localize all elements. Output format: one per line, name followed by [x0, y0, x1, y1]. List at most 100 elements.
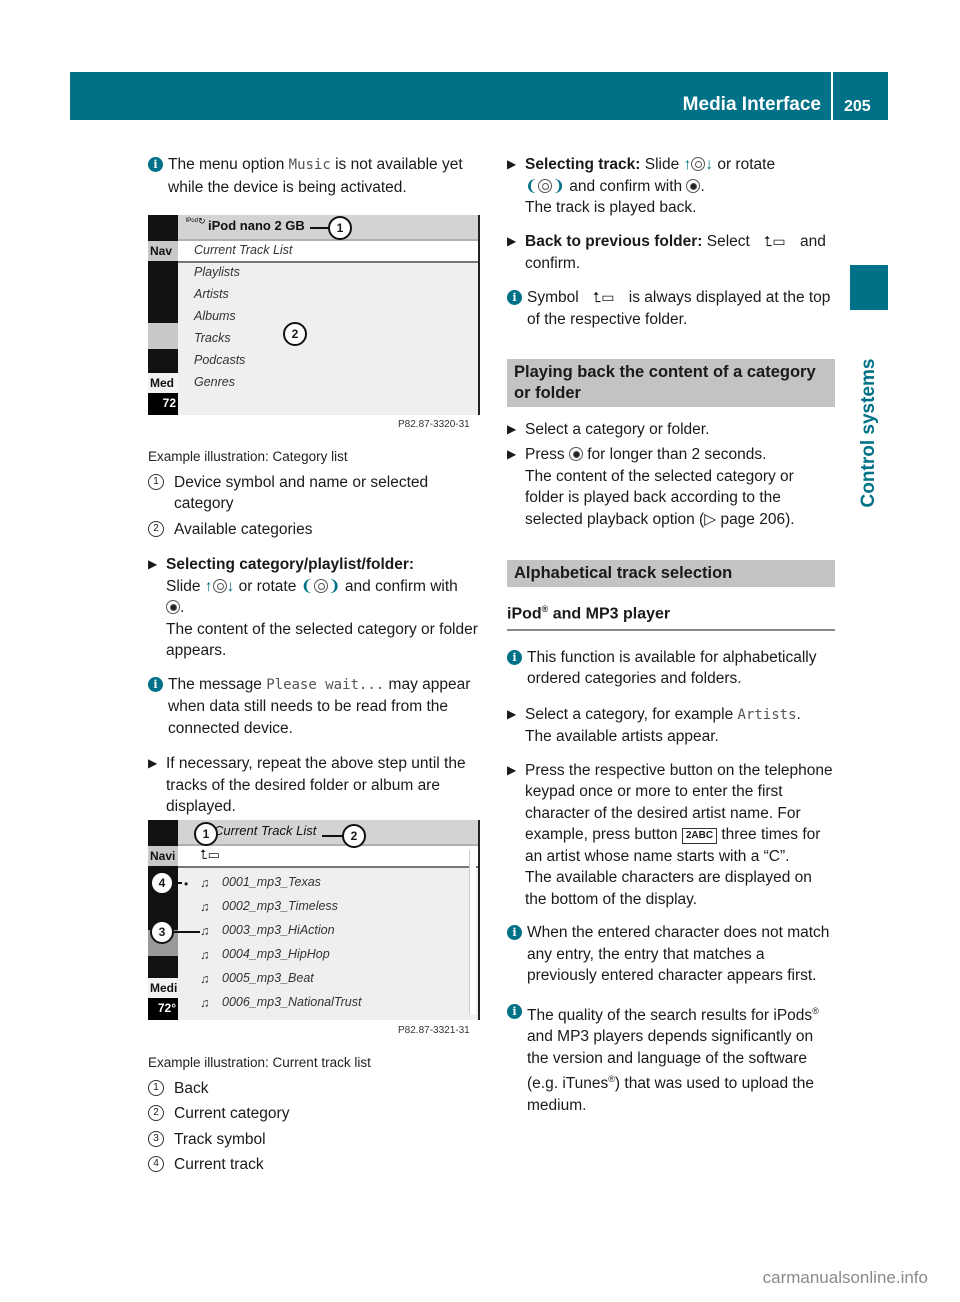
legend-number: 3	[148, 1130, 164, 1147]
side-label-temp: 72	[148, 393, 178, 415]
keypad-2abc-icon: 2ABC	[681, 828, 718, 845]
legend-item: 1 Back	[148, 1078, 483, 1100]
figure-category-list: Nav Med 72 ᴵᴾᵒᵈ↻ iPod nano 2 GB Current …	[148, 215, 480, 415]
figure-caption-1: Example illustration: Category list	[148, 449, 348, 464]
callout-line-3	[174, 931, 200, 933]
info-icon: i	[148, 676, 163, 692]
step-select-track: ▶ Selecting track: Slide ↑ ↓ or rotate ❨ ❩…	[507, 156, 776, 216]
back-folder-icon[interactable]: ⮤▭	[200, 847, 220, 863]
track-item[interactable]: 0001_mp3_Texas	[222, 875, 321, 889]
info-icon: i	[507, 649, 522, 665]
figure-code-2: P82.87-3321-31	[398, 1025, 470, 1036]
menu-item-albums[interactable]: Albums	[194, 309, 236, 323]
legend-number: 2	[148, 1105, 164, 1121]
section-title: Media Interface	[682, 94, 821, 115]
callout-1: 1	[194, 822, 218, 846]
track-item[interactable]: 0002_mp3_Timeless	[222, 899, 338, 913]
menu-item-genres[interactable]: Genres	[194, 375, 235, 389]
info-icon: i	[507, 925, 522, 941]
page-number-box: 205	[833, 72, 888, 120]
press-knob-icon	[166, 600, 180, 614]
controller-knob-icon	[691, 157, 706, 171]
selected-row[interactable]: Current Track List	[178, 241, 478, 263]
track-symbol-icon: ♫	[200, 948, 210, 962]
side-label-blank	[148, 323, 178, 349]
step-arrow-icon: ▶	[507, 706, 517, 721]
track-item[interactable]: 0003_mp3_HiAction	[222, 923, 335, 937]
page-number: 205	[844, 98, 871, 115]
rotate-right-icon: ❩	[552, 177, 565, 195]
info-icon: i	[507, 1003, 522, 1019]
controller-knob-icon	[538, 178, 552, 193]
left-column: i The menu option Music is not available…	[148, 154, 483, 212]
side-label-temp: 72°	[148, 998, 178, 1020]
step-repeat: ▶ If necessary, repeat the above step un…	[148, 755, 466, 815]
screen-main: ᴵᴾᵒᵈ↻ iPod nano 2 GB Current Track List …	[178, 215, 478, 415]
figure-code-1: P82.87-3320-31	[398, 419, 470, 430]
side-label-nav: Nav	[148, 241, 178, 261]
current-category-title: Current Track List	[214, 823, 317, 838]
callout-3: 3	[150, 920, 174, 944]
step-select-category: ▶ Selecting category/playlist/folder: Sl…	[148, 556, 478, 659]
rotate-left-icon: ❨	[525, 177, 538, 195]
scrollbar[interactable]	[469, 850, 476, 1015]
menu-item-podcasts[interactable]: Podcasts	[194, 353, 245, 367]
info-icon: i	[507, 289, 522, 305]
step-arrow-icon: ▶	[507, 447, 517, 461]
figure-current-track-list: Navi Medi 72° Current Track List ⮤▭ • ♫ …	[148, 820, 480, 1020]
info-icon: i	[148, 157, 163, 172]
legend-item: 2 Available categories	[148, 519, 483, 541]
rotate-right-icon: ❩	[327, 577, 341, 595]
side-tab-marker	[850, 265, 888, 310]
legend-number: 1	[148, 1079, 164, 1096]
step-select-category-folder: ▶ Select a category or folder.	[507, 419, 835, 441]
track-symbol-icon: ♫	[200, 924, 210, 938]
step-arrow-icon: ▶	[507, 157, 517, 171]
legend-number: 2	[148, 520, 164, 537]
info-note-match: i When the entered character does not ma…	[507, 922, 835, 987]
legend-item: 1 Device symbol and name or selected cat…	[148, 472, 483, 515]
callout-1: 1	[328, 216, 352, 240]
header-bar: Media Interface	[70, 72, 831, 120]
current-track-dot: •	[184, 877, 189, 891]
ipod-icon: ᴵᴾᵒᵈ↻	[186, 216, 206, 226]
menu-item-current-track-list[interactable]: Current Track List	[194, 243, 292, 257]
press-knob-icon	[568, 447, 583, 461]
code-music: Music	[288, 157, 331, 173]
step-arrow-icon: ▶	[507, 233, 517, 248]
step-press-keypad: ▶ Press the respective button on the tel…	[507, 761, 833, 908]
callout-4: 4	[150, 871, 174, 895]
menu-item-artists[interactable]: Artists	[194, 287, 229, 301]
code-please-wait: Please wait...	[266, 676, 385, 693]
left-column-lower: Example illustration: Category list 1 De…	[148, 446, 483, 830]
track-item[interactable]: 0004_mp3_HipHop	[222, 947, 330, 961]
back-folder-icon: ⮤▭	[593, 289, 615, 306]
controller-knob-icon	[313, 578, 328, 593]
side-tab-text: Control systems	[858, 358, 879, 508]
menu-item-playlists[interactable]: Playlists	[194, 265, 240, 279]
callout-line-2	[322, 835, 344, 837]
track-symbol-icon: ♫	[200, 876, 210, 890]
device-title: iPod nano 2 GB	[208, 218, 305, 233]
screen-main: Current Track List ⮤▭ • ♫ 0001_mp3_Texas…	[178, 820, 478, 1020]
back-row[interactable]: ⮤▭	[178, 846, 478, 868]
step-press-long: ▶ Press for longer than 2 seconds. The c…	[507, 446, 795, 528]
step-arrow-icon: ▶	[507, 762, 517, 777]
callout-2: 2	[283, 322, 307, 346]
callout-line-4	[174, 882, 182, 884]
side-label-media: Med	[148, 373, 178, 393]
track-item[interactable]: 0006_mp3_NationalTrust	[222, 995, 361, 1009]
info-note-quality: i The quality of the search results for …	[507, 1001, 835, 1117]
track-symbol-icon: ♫	[200, 900, 210, 914]
track-symbol-icon: ♫	[200, 996, 210, 1010]
info-note-music: i The menu option Music is not available…	[148, 154, 483, 198]
side-tab-label: Control systems	[851, 318, 887, 548]
legend-number: 1	[148, 473, 164, 490]
step-arrow-icon: ▶	[507, 421, 517, 436]
track-item[interactable]: 0005_mp3_Beat	[222, 971, 314, 985]
side-label-media: Medi	[148, 978, 178, 998]
track-symbol-icon: ♫	[200, 972, 210, 986]
back-folder-icon: ⮤▭	[764, 233, 786, 250]
step-arrow-icon: ▶	[148, 756, 158, 770]
menu-item-tracks[interactable]: Tracks	[194, 331, 231, 345]
